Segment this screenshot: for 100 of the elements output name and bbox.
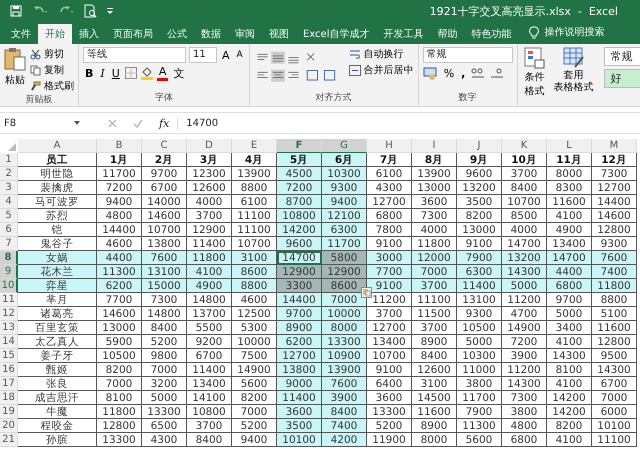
row-header[interactable]: 17 — [0, 377, 18, 391]
row-header[interactable]: 13 — [0, 321, 18, 335]
row-header[interactable]: 9 — [0, 265, 18, 279]
formula-input[interactable]: 14700 — [178, 118, 218, 128]
row-header[interactable]: 8 — [0, 251, 18, 265]
row-header[interactable]: 15 — [0, 349, 18, 363]
row-header[interactable]: 12 — [0, 307, 18, 321]
ribbon-tab[interactable]: 公式 — [160, 24, 194, 44]
ribbon-tab[interactable]: 视图 — [262, 24, 296, 44]
bold-button[interactable]: B — [83, 65, 96, 81]
format-as-table-button[interactable]: 套用 表格格式 — [552, 47, 596, 106]
table-cell: 牛魔 — [18, 405, 97, 419]
row-header[interactable]: 3 — [0, 181, 18, 195]
font-color-button[interactable]: A — [156, 66, 168, 80]
table-cell: 7月 — [367, 153, 412, 167]
paste-options-icon[interactable] — [361, 287, 372, 298]
grow-font-button[interactable]: A — [220, 47, 232, 63]
shrink-font-button[interactable]: A — [234, 47, 245, 63]
paste-button[interactable]: 粘贴 — [4, 47, 26, 93]
ribbon-tab[interactable]: 开发工具 — [376, 24, 430, 44]
merge-center-button[interactable]: 合并后居中 — [348, 63, 414, 77]
table-cell: 10100 — [277, 433, 322, 447]
column-header[interactable]: C — [142, 139, 187, 153]
currency-format-icon[interactable] — [422, 66, 439, 80]
column-header[interactable]: E — [232, 139, 277, 153]
column-header[interactable]: D — [187, 139, 232, 153]
percent-button[interactable]: % — [442, 65, 456, 81]
row-header[interactable]: 2 — [0, 167, 18, 181]
cut-button[interactable]: 剪切 — [30, 47, 74, 61]
table-cell: 14300 — [502, 265, 547, 279]
wrap-text-button[interactable]: 自动换行 — [348, 47, 414, 61]
ribbon-tab[interactable]: 数据 — [194, 24, 228, 44]
save-icon[interactable] — [10, 5, 22, 17]
ribbon-tab[interactable]: 开始 — [38, 24, 72, 44]
ribbon-tab[interactable]: 文件 — [4, 24, 38, 44]
column-header[interactable]: F — [277, 139, 322, 153]
merge-cells-icon — [348, 64, 361, 76]
ribbon-tab[interactable]: 插入 — [72, 24, 106, 44]
table-cell: 3700 — [502, 167, 547, 181]
column-header[interactable]: G — [322, 139, 367, 153]
row-header[interactable]: 21 — [0, 433, 18, 447]
table-cell: 13800 — [277, 363, 322, 377]
column-header[interactable]: L — [547, 139, 592, 153]
row-header[interactable]: 19 — [0, 405, 18, 419]
comma-style-button[interactable]: , — [459, 65, 468, 81]
fill-color-icon[interactable] — [140, 66, 154, 80]
name-box-caret-icon[interactable] — [74, 121, 80, 125]
column-header[interactable]: K — [502, 139, 547, 153]
row-header[interactable]: 5 — [0, 209, 18, 223]
cell-style-swatch[interactable]: 好 — [604, 69, 640, 88]
print-preview-icon[interactable] — [84, 4, 97, 18]
customize-caret-icon[interactable] — [107, 8, 113, 14]
format-painter-button[interactable]: 格式刷 — [30, 79, 74, 93]
row-header[interactable]: 7 — [0, 237, 18, 251]
decrease-decimal-icon[interactable] — [489, 66, 506, 80]
check-icon[interactable] — [133, 118, 143, 128]
column-header[interactable]: H — [367, 139, 412, 153]
ribbon-tab[interactable]: 页面布局 — [106, 24, 160, 44]
row-header[interactable]: 18 — [0, 391, 18, 405]
table-cell: 6300 — [322, 223, 367, 237]
font-size-field[interactable]: 11 — [189, 47, 217, 63]
ribbon-tab[interactable]: Excel自学成才 — [296, 24, 376, 44]
table-cell: 9600 — [457, 167, 502, 181]
ribbon-tab[interactable]: 审阅 — [228, 24, 262, 44]
column-header[interactable]: B — [97, 139, 142, 153]
italic-button[interactable]: I — [98, 65, 107, 81]
insert-function-button[interactable]: fx — [151, 116, 178, 130]
table-cell: 5000 — [502, 279, 547, 293]
table-cell: 8200 — [547, 419, 592, 433]
ribbon-tab[interactable]: 特色功能 — [464, 24, 518, 44]
table-cell: 3600 — [367, 391, 412, 405]
table-cell: 5000 — [142, 391, 187, 405]
row-header[interactable]: 20 — [0, 419, 18, 433]
table-cell: 10700 — [502, 195, 547, 209]
tell-me-search[interactable]: 操作说明搜索 — [544, 25, 604, 39]
column-header[interactable]: J — [457, 139, 502, 153]
copy-button[interactable]: 复制 — [30, 63, 74, 77]
font-name-field[interactable]: 等线 — [83, 47, 186, 63]
table-cell: 10900 — [322, 349, 367, 363]
conditional-formatting-button[interactable]: 条件格式 — [522, 47, 548, 106]
ribbon-tab[interactable]: 帮助 — [430, 24, 464, 44]
cell-style-swatch[interactable]: 常规 — [604, 47, 640, 66]
table-cell: 3700 — [187, 419, 232, 433]
row-header[interactable]: 4 — [0, 195, 18, 209]
row-header[interactable]: 10 — [0, 279, 18, 293]
row-header[interactable]: 16 — [0, 363, 18, 377]
name-box[interactable]: F8 — [0, 118, 74, 128]
table-cell: 7600 — [142, 251, 187, 265]
column-header[interactable]: M — [592, 139, 637, 153]
column-header[interactable]: I — [412, 139, 457, 153]
row-header[interactable]: 11 — [0, 293, 18, 307]
increase-decimal-icon[interactable] — [470, 66, 486, 80]
column-header[interactable]: A — [18, 139, 97, 153]
underline-button[interactable]: U — [110, 65, 122, 81]
row-header[interactable]: 6 — [0, 223, 18, 237]
row-header[interactable]: 1 — [0, 153, 18, 167]
number-format-field[interactable]: 常规 — [422, 47, 513, 63]
borders-icon[interactable] — [124, 67, 137, 79]
phonetic-guide-button[interactable]: 文 — [171, 65, 186, 81]
row-header[interactable]: 14 — [0, 335, 18, 349]
